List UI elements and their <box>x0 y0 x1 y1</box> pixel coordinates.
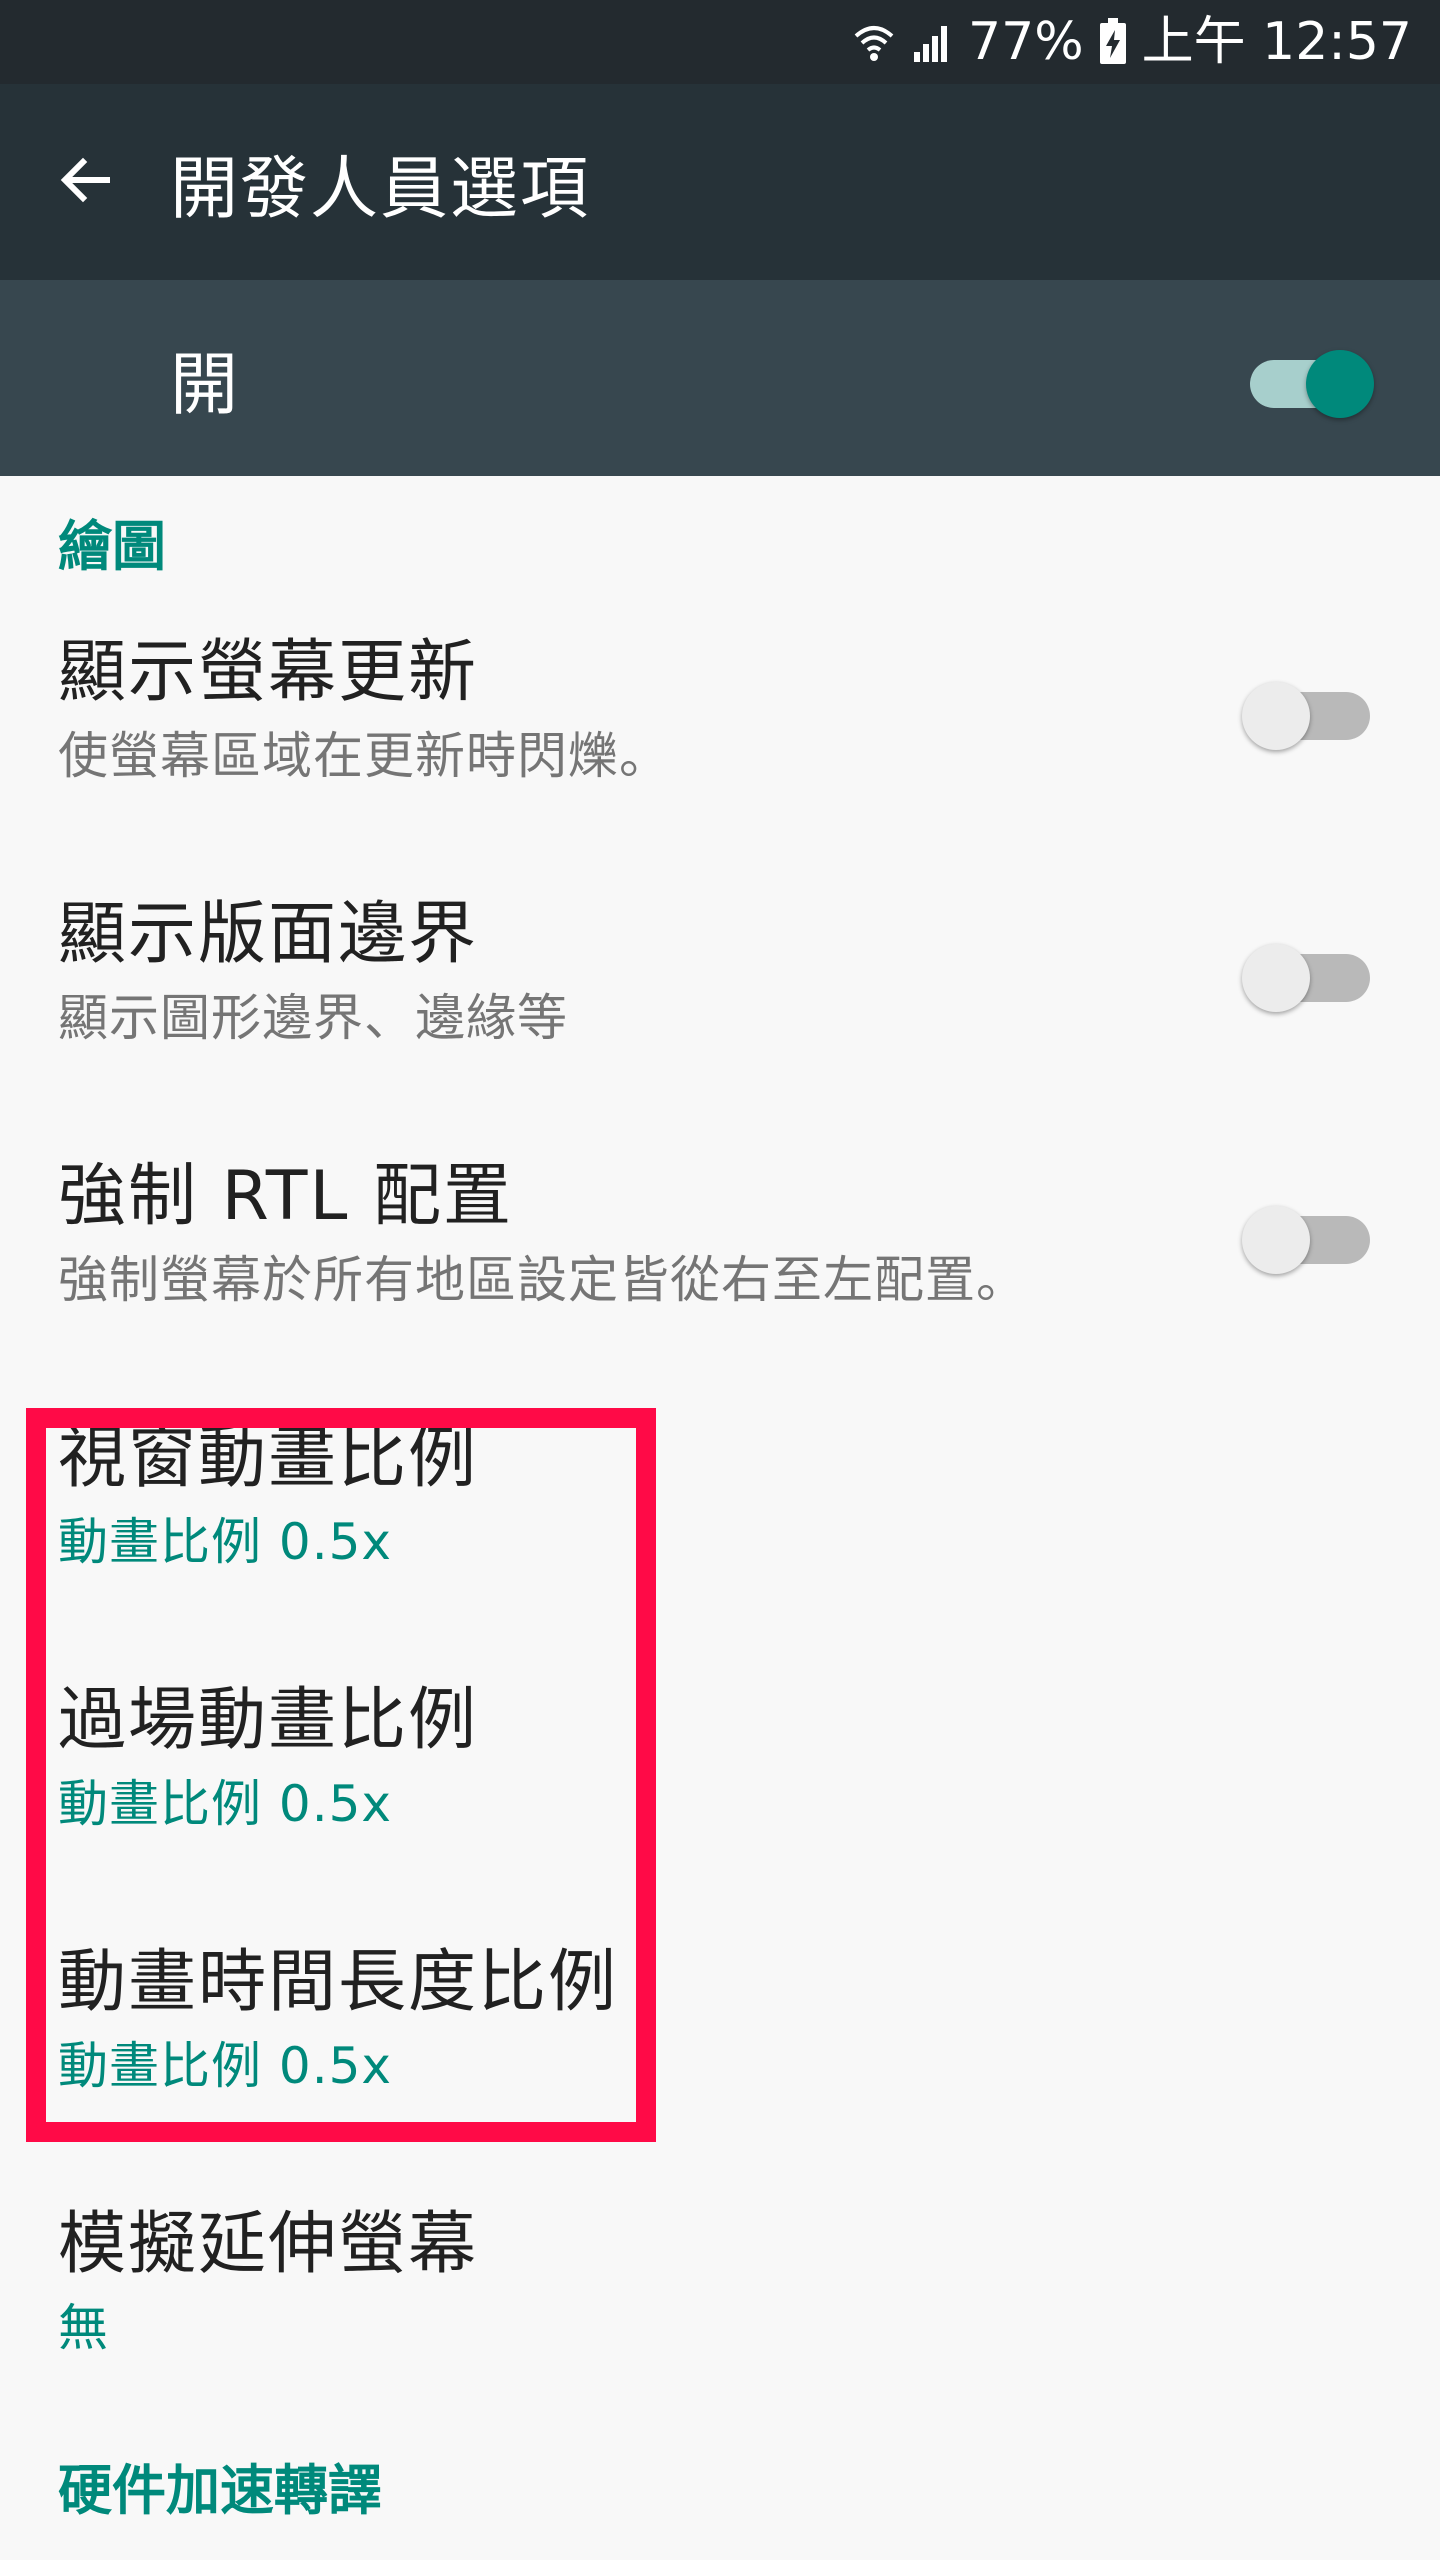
pref-title: 模擬延伸螢幕 <box>58 2205 479 2284</box>
pref-title: 過場動畫比例 <box>58 1681 479 1760</box>
toggle-thumb <box>1242 1206 1310 1275</box>
wifi-icon <box>852 20 896 64</box>
pref-title: 視窗動畫比例 <box>58 1419 479 1498</box>
force-rtl-toggle[interactable] <box>1242 1194 1374 1275</box>
arrow-back-icon <box>55 150 115 214</box>
pref-title: 動畫時間長度比例 <box>58 1943 619 2022</box>
status-bar: 77% 上午 12:57 <box>0 0 1440 84</box>
pref-summary: 動畫比例 0.5x <box>58 1775 392 1833</box>
pref-force-rtl-layout[interactable]: 強制 RTL 配置 強制螢幕於所有地區設定皆從右至左配置。 <box>0 1154 1440 1315</box>
pref-summary: 動畫比例 0.5x <box>58 2037 392 2095</box>
pref-show-layout-bounds[interactable]: 顯示版面邊界 顯示圖形邊界、邊緣等 <box>0 892 1440 1053</box>
back-button[interactable] <box>0 84 170 280</box>
master-switch-label: 開 <box>170 345 239 425</box>
toggle-thumb <box>1242 682 1310 751</box>
pref-transition-animation-scale[interactable]: 過場動畫比例 動畫比例 0.5x <box>0 1678 1440 1839</box>
pref-title: 強制 RTL 配置 <box>58 1157 513 1236</box>
battery-percent: 77% <box>968 12 1084 72</box>
show-surface-updates-toggle[interactable] <box>1242 670 1374 751</box>
pref-summary: 動畫比例 0.5x <box>58 1513 392 1571</box>
pref-title: 顯示螢幕更新 <box>58 633 479 712</box>
pref-animator-duration-scale[interactable]: 動畫時間長度比例 動畫比例 0.5x <box>0 1940 1440 2101</box>
toggle-thumb <box>1306 350 1374 418</box>
pref-show-surface-updates[interactable]: 顯示螢幕更新 使螢幕區域在更新時閃爍。 <box>0 630 1440 791</box>
section-header-drawing: 繪圖 <box>58 515 166 578</box>
pref-summary: 使螢幕區域在更新時閃爍。 <box>58 727 670 785</box>
clock: 上午 12:57 <box>1141 12 1412 72</box>
pref-window-animation-scale[interactable]: 視窗動畫比例 動畫比例 0.5x <box>0 1416 1440 1577</box>
page-title: 開發人員選項 <box>170 149 591 229</box>
pref-title: 顯示版面邊界 <box>58 895 479 974</box>
pref-simulate-secondary-displays[interactable]: 模擬延伸螢幕 無 <box>0 2202 1440 2363</box>
pref-summary: 無 <box>58 2299 109 2357</box>
master-switch-bar[interactable]: 開 <box>0 280 1440 476</box>
show-layout-bounds-toggle[interactable] <box>1242 932 1374 1013</box>
pref-summary: 強制螢幕於所有地區設定皆從右至左配置。 <box>58 1251 1027 1309</box>
app-toolbar: 開發人員選項 <box>0 84 1440 280</box>
signal-icon <box>910 20 954 64</box>
pref-summary: 顯示圖形邊界、邊緣等 <box>58 989 568 1047</box>
battery-charging-icon <box>1098 18 1128 66</box>
section-header-hardware-rendering: 硬件加速轉譯 <box>58 2459 382 2522</box>
toggle-thumb <box>1242 944 1310 1013</box>
master-toggle[interactable] <box>1242 338 1374 418</box>
